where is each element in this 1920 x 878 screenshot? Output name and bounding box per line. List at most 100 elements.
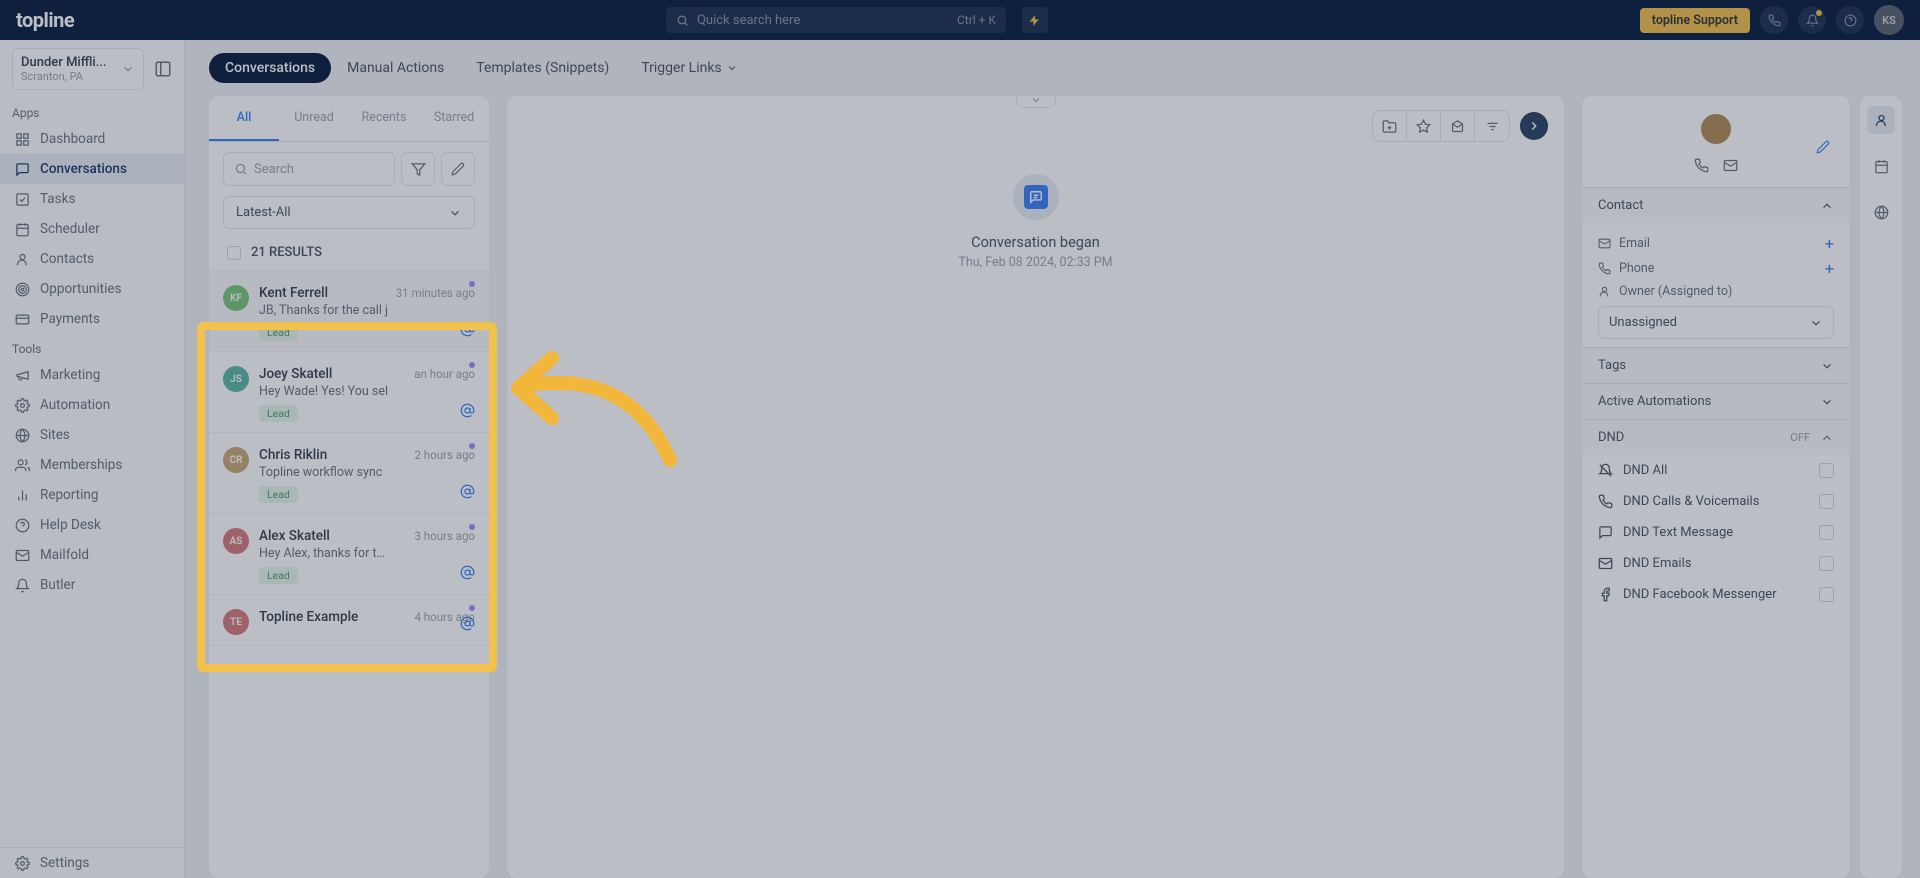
conversation-item[interactable]: CR Chris Riklin 2 hours ago Topline work…	[209, 433, 489, 514]
sidebar-item-automation[interactable]: Automation	[0, 390, 184, 420]
phone-button[interactable]	[1760, 6, 1788, 34]
sort-dropdown[interactable]: Latest-All	[223, 196, 475, 229]
owner-dropdown[interactable]: Unassigned	[1598, 306, 1834, 339]
mark-read-button[interactable]	[1441, 111, 1475, 141]
tab-trigger-links[interactable]: Trigger Links	[625, 53, 753, 83]
brand-logo: topline	[16, 8, 74, 32]
call-contact-button[interactable]	[1694, 158, 1709, 173]
conversation-preview: JB, Thanks for the call j	[259, 303, 389, 318]
next-conversation-button[interactable]	[1520, 112, 1548, 140]
conversation-item[interactable]: JS Joey Skatell an hour ago Hey Wade! Ye…	[209, 352, 489, 433]
dnd-item[interactable]: DND Calls & Voicemails	[1582, 486, 1850, 517]
notifications-button[interactable]	[1798, 6, 1826, 34]
dnd-status: OFF	[1790, 431, 1810, 444]
conversation-name: Joey Skatell	[259, 366, 332, 382]
conversation-item[interactable]: KF Kent Ferrell 31 minutes ago JB, Thank…	[209, 271, 489, 352]
conversation-item[interactable]: AS Alex Skatell 3 hours ago Hey Alex, th…	[209, 514, 489, 595]
email-channel-icon	[460, 403, 475, 418]
conversation-preview: Hey Wade! Yes! You sel	[259, 384, 389, 399]
org-sub: Scranton, PA	[21, 70, 115, 83]
sidebar-item-sites[interactable]: Sites	[0, 420, 184, 450]
chevron-up-icon	[1820, 199, 1834, 213]
list-tab-unread[interactable]: Unread	[279, 96, 349, 141]
bell-icon	[14, 577, 30, 593]
search-icon	[234, 162, 248, 176]
chevron-down-icon	[1820, 395, 1834, 409]
list-search-input[interactable]: Search	[223, 152, 395, 186]
bolt-button[interactable]	[1022, 7, 1048, 33]
dnd-item[interactable]: DND Emails	[1582, 548, 1850, 579]
more-filter-button[interactable]	[1475, 111, 1509, 141]
sidebar-item-dashboard[interactable]: Dashboard	[0, 124, 184, 154]
automations-section-header[interactable]: Active Automations	[1582, 384, 1850, 419]
owner-value: Unassigned	[1609, 315, 1677, 330]
sidebar-item-marketing[interactable]: Marketing	[0, 360, 184, 390]
edit-button[interactable]	[441, 152, 475, 186]
select-all-checkbox[interactable]	[227, 246, 241, 260]
tab-manual-actions[interactable]: Manual Actions	[331, 53, 460, 83]
tab-templates-snippets-[interactable]: Templates (Snippets)	[460, 53, 625, 83]
conversation-item[interactable]: TE Topline Example 4 hours ago	[209, 595, 489, 646]
results-count: 21 RESULTS	[251, 245, 322, 260]
sidebar-collapse-button[interactable]	[154, 60, 172, 78]
email-label: Email	[1619, 236, 1650, 251]
sidebar-item-opportunities[interactable]: Opportunities	[0, 274, 184, 304]
search-icon	[676, 14, 689, 27]
filter-button[interactable]	[401, 152, 435, 186]
section-tools-label: Tools	[0, 334, 184, 360]
nav-label: Memberships	[40, 457, 122, 473]
sidebar-item-conversations[interactable]: Conversations	[0, 154, 184, 184]
rail-contact-button[interactable]	[1867, 106, 1895, 134]
global-search[interactable]: Quick search here Ctrl + K	[666, 7, 1006, 33]
org-switcher[interactable]: Dunder Miffli... Scranton, PA	[12, 48, 144, 90]
tab-label: Manual Actions	[347, 60, 444, 76]
tags-section-header[interactable]: Tags	[1582, 348, 1850, 383]
help-button[interactable]	[1836, 6, 1864, 34]
list-tab-all[interactable]: All	[209, 96, 279, 141]
tab-conversations[interactable]: Conversations	[209, 53, 331, 83]
sidebar-item-butler[interactable]: Butler	[0, 570, 184, 600]
archive-button[interactable]	[1373, 111, 1407, 141]
dnd-checkbox[interactable]	[1819, 525, 1834, 540]
dnd-checkbox[interactable]	[1819, 494, 1834, 509]
dnd-item[interactable]: DND Text Message	[1582, 517, 1850, 548]
sidebar-item-payments[interactable]: Payments	[0, 304, 184, 334]
sidebar-item-tasks[interactable]: Tasks	[0, 184, 184, 214]
sidebar-item-help-desk[interactable]: Help Desk	[0, 510, 184, 540]
mail-icon	[1598, 237, 1611, 250]
unread-dot-icon	[469, 281, 475, 287]
dnd-checkbox[interactable]	[1819, 587, 1834, 602]
sidebar-item-settings[interactable]: Settings	[0, 847, 184, 878]
unread-dot-icon	[469, 443, 475, 449]
list-tab-recents[interactable]: Recents	[349, 96, 419, 141]
search-placeholder: Quick search here	[697, 13, 949, 28]
section-apps-label: Apps	[0, 98, 184, 124]
edit-contact-button[interactable]	[1816, 140, 1830, 154]
sidebar-item-scheduler[interactable]: Scheduler	[0, 214, 184, 244]
sidebar-item-mailfold[interactable]: Mailfold	[0, 540, 184, 570]
dnd-checkbox[interactable]	[1819, 556, 1834, 571]
collapse-handle[interactable]	[1016, 96, 1056, 108]
add-email-button[interactable]: +	[1825, 234, 1834, 253]
sidebar-item-memberships[interactable]: Memberships	[0, 450, 184, 480]
star-button[interactable]	[1407, 111, 1441, 141]
sidebar-item-contacts[interactable]: Contacts	[0, 244, 184, 274]
email-contact-button[interactable]	[1723, 158, 1738, 173]
add-phone-button[interactable]: +	[1825, 259, 1834, 278]
dnd-section-header[interactable]: DND OFF	[1582, 420, 1850, 455]
sidebar-item-reporting[interactable]: Reporting	[0, 480, 184, 510]
list-tab-starred[interactable]: Starred	[419, 96, 489, 141]
dnd-item[interactable]: DND Facebook Messenger	[1582, 579, 1850, 610]
rail-calendar-button[interactable]	[1867, 152, 1895, 180]
automations-label: Active Automations	[1598, 394, 1711, 409]
conversation-began-date: Thu, Feb 08 2024, 02:33 PM	[958, 255, 1112, 270]
rail-globe-button[interactable]	[1867, 198, 1895, 226]
conversation-name: Chris Riklin	[259, 447, 327, 463]
support-button[interactable]: topline Support	[1640, 8, 1750, 33]
dnd-item[interactable]: DND All	[1582, 455, 1850, 486]
contact-avatar	[1701, 114, 1731, 144]
globe-icon	[14, 427, 30, 443]
contact-section-header[interactable]: Contact	[1582, 188, 1850, 223]
dnd-checkbox[interactable]	[1819, 463, 1834, 478]
user-avatar[interactable]: KS	[1874, 5, 1904, 35]
